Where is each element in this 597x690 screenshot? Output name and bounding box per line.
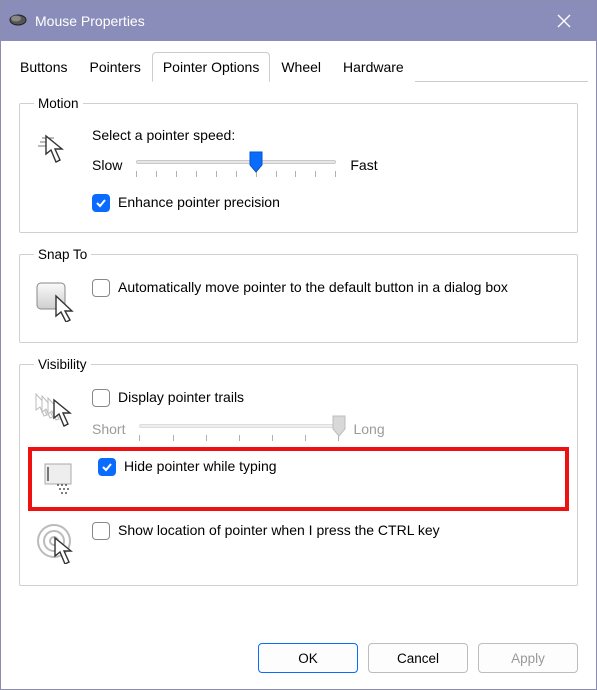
motion-speed-icon — [34, 127, 78, 171]
enhance-precision-label: Enhance pointer precision — [118, 193, 280, 212]
close-button[interactable] — [540, 1, 588, 41]
tab-buttons[interactable]: Buttons — [9, 52, 78, 82]
speed-slow-label: Slow — [92, 157, 122, 173]
group-snap-to: Snap To Automatically move pointer to th… — [19, 247, 578, 343]
snap-to-icon — [34, 278, 78, 322]
tab-content: Motion Select a pointer speed: — [1, 82, 596, 633]
pointer-trails-checkbox[interactable] — [92, 389, 110, 407]
trails-short-label: Short — [92, 421, 125, 437]
titlebar: Mouse Properties — [1, 1, 596, 41]
mouse-properties-window: Mouse Properties Buttons Pointers Pointe… — [0, 0, 597, 690]
dialog-button-row: OK Cancel Apply — [1, 633, 596, 689]
group-motion-legend: Motion — [34, 96, 83, 111]
group-snap-to-legend: Snap To — [34, 247, 91, 262]
trails-long-label: Long — [353, 421, 384, 437]
hide-pointer-highlight: Hide pointer while typing — [28, 447, 569, 511]
hide-pointer-checkbox[interactable] — [98, 458, 116, 476]
mouse-icon — [9, 14, 27, 29]
ctrl-locate-checkbox[interactable] — [92, 522, 110, 540]
pointer-trails-label: Display pointer trails — [118, 388, 244, 407]
window-title: Mouse Properties — [35, 13, 145, 29]
enhance-precision-checkbox[interactable] — [92, 194, 110, 212]
group-motion: Motion Select a pointer speed: — [19, 96, 578, 233]
apply-button[interactable]: Apply — [478, 643, 578, 673]
tab-wheel[interactable]: Wheel — [270, 52, 332, 82]
tab-pointer-options[interactable]: Pointer Options — [152, 52, 271, 82]
snap-to-label: Automatically move pointer to the defaul… — [118, 278, 508, 297]
ok-button[interactable]: OK — [258, 643, 358, 673]
tab-pointers[interactable]: Pointers — [78, 52, 151, 82]
hide-pointer-icon — [40, 457, 84, 501]
snap-to-checkbox[interactable] — [92, 279, 110, 297]
trails-slider — [139, 417, 339, 441]
ctrl-locate-label: Show location of pointer when I press th… — [118, 521, 440, 540]
tab-strip: Buttons Pointers Pointer Options Wheel H… — [9, 51, 588, 82]
cancel-button[interactable]: Cancel — [368, 643, 468, 673]
pointer-trails-icon — [34, 388, 78, 432]
speed-label: Select a pointer speed: — [92, 127, 563, 143]
ctrl-locate-icon — [34, 521, 78, 565]
speed-fast-label: Fast — [350, 157, 377, 173]
hide-pointer-label: Hide pointer while typing — [124, 457, 277, 476]
group-visibility-legend: Visibility — [34, 357, 91, 372]
speed-slider[interactable] — [136, 153, 336, 177]
tab-hardware[interactable]: Hardware — [332, 52, 415, 82]
group-visibility: Visibility — [19, 357, 578, 586]
